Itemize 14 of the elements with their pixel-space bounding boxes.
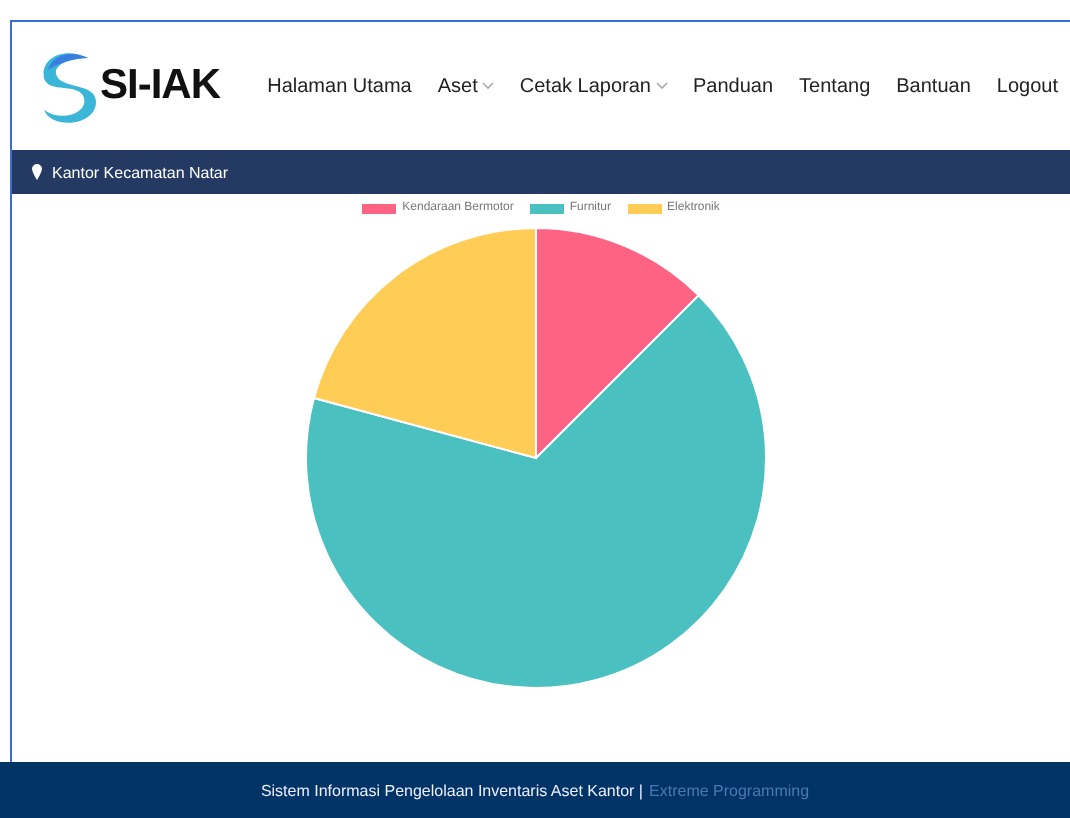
logo-text: SI-IAK xyxy=(100,62,220,110)
legend-swatch xyxy=(362,203,397,213)
nav-link[interactable]: Tentang xyxy=(799,75,871,97)
nav-link[interactable]: Bantuan xyxy=(896,75,971,97)
legend-swatch xyxy=(627,203,662,213)
nav-link[interactable]: Panduan xyxy=(693,75,774,97)
location-text: Kantor Kecamatan Natar xyxy=(52,163,229,181)
nav-link[interactable]: Cetak Laporan xyxy=(519,75,667,97)
nav-link[interactable]: Logout xyxy=(996,75,1058,97)
footer-text: Sistem Informasi Pengelolaan Inventaris Aset Kantor | xyxy=(260,781,644,799)
map-pin-icon xyxy=(32,164,42,180)
legend-swatch xyxy=(529,203,564,213)
nav-link[interactable]: Halaman Utama xyxy=(267,75,412,97)
nav-link[interactable]: Aset xyxy=(437,75,494,97)
